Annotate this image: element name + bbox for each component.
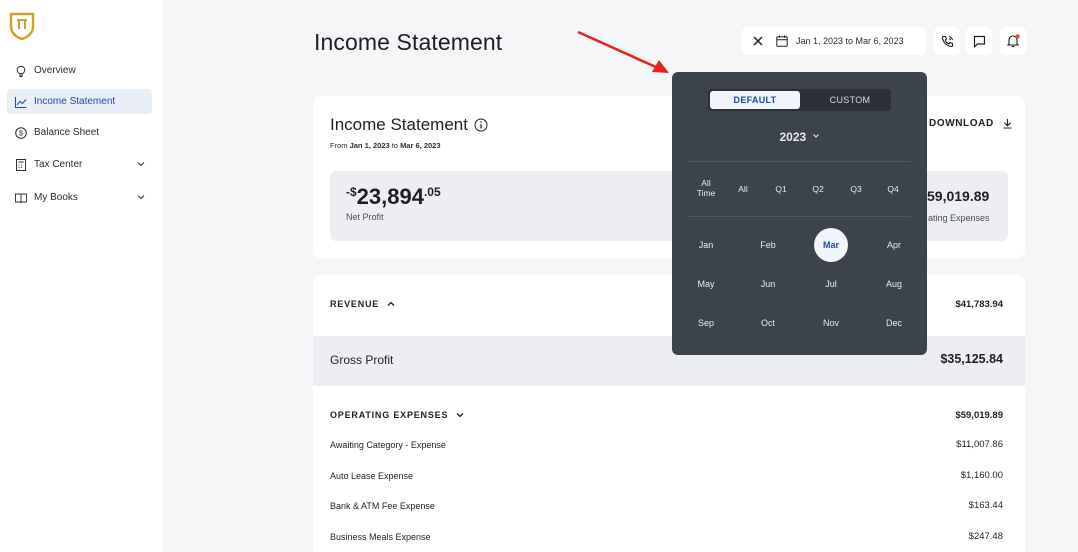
month-option-sep[interactable]: Sep [688, 318, 724, 328]
book-icon [15, 193, 27, 203]
month-option-dec[interactable]: Dec [876, 318, 912, 328]
gross-profit-label: Gross Profit [330, 353, 394, 367]
month-option-oct[interactable]: Oct [750, 318, 786, 328]
chat-button[interactable] [966, 27, 992, 55]
table-row-label: Business Meals Expense [330, 532, 431, 542]
sidebar-item-label: Overview [34, 65, 76, 76]
logo-icon[interactable] [9, 12, 35, 40]
summary-title-text: Income Statement [330, 115, 468, 134]
month-option-aug[interactable]: Aug [876, 279, 912, 289]
sidebar-item-balance-sheet[interactable]: $ Balance Sheet [7, 120, 152, 145]
month-option-jan[interactable]: Jan [688, 240, 724, 250]
year-selector[interactable]: 2023 [672, 130, 927, 144]
from-prefix: From [330, 141, 350, 150]
table-row-label: Auto Lease Expense [330, 471, 414, 481]
from-date: Jan 1, 2023 [349, 141, 390, 150]
download-icon [1003, 119, 1012, 129]
sidebar-item-label: Income Statement [34, 96, 116, 107]
month-option-mar[interactable]: Mar [814, 228, 848, 262]
quarter-option-q2[interactable]: Q2 [799, 184, 837, 194]
mode-toggle: DEFAULT CUSTOM [708, 89, 891, 111]
quarter-option-q4[interactable]: Q4 [874, 184, 912, 194]
quarter-option-all-time[interactable]: All Time [687, 178, 725, 198]
table-row-label: Bank & ATM Fee Expense [330, 501, 435, 511]
date-range-filter[interactable]: Jan 1, 2023 to Mar 6, 2023 [742, 27, 926, 55]
month-option-feb[interactable]: Feb [750, 240, 786, 250]
quarter-option-all[interactable]: All [724, 184, 762, 194]
page-title: Income Statement [314, 29, 503, 55]
sidebar-item-label: Balance Sheet [34, 127, 100, 138]
operating-expenses-toggle[interactable]: OPERATING EXPENSES [330, 410, 465, 420]
sidebar: Overview Income Statement $ Balance Shee… [0, 0, 163, 552]
operating-expenses-section-label: OPERATING EXPENSES [330, 410, 449, 420]
download-button[interactable]: DOWNLOAD [929, 118, 1013, 129]
net-profit-sign: -$ [346, 185, 357, 199]
notifications-button[interactable] [1000, 27, 1026, 55]
table-row-value: $247.48 [968, 531, 1003, 542]
sidebar-item-overview[interactable]: Overview [7, 58, 152, 83]
table-row-value: $1,160.00 [960, 470, 1003, 481]
table-row-label: Awaiting Category - Expense [330, 440, 446, 450]
divider [688, 216, 911, 217]
line-chart-icon [15, 96, 27, 108]
divider [688, 161, 911, 162]
net-profit-value: -$23,894.05 [346, 184, 441, 210]
sidebar-item-label: Tax Center [34, 159, 83, 170]
net-profit-whole: 23,894 [356, 184, 424, 209]
close-icon[interactable] [753, 36, 763, 46]
sidebar-item-my-books[interactable]: My Books [7, 185, 152, 210]
month-option-jul[interactable]: Jul [813, 279, 849, 289]
sidebar-item-tax-center[interactable]: Tax Center [7, 152, 152, 177]
revenue-section-toggle[interactable]: REVENUE [330, 299, 396, 309]
quarter-option-q1[interactable]: Q1 [762, 184, 800, 194]
chat-icon [973, 35, 985, 48]
dollar-circle-icon: $ [15, 126, 27, 139]
sidebar-item-label: My Books [34, 192, 78, 203]
chevron-up-icon [387, 301, 395, 306]
phone-icon [941, 35, 953, 47]
chevron-down-icon [456, 413, 464, 418]
year-label: 2023 [779, 130, 807, 144]
download-label: DOWNLOAD [929, 118, 994, 129]
to-date: Mar 6, 2023 [400, 141, 441, 150]
calendar-icon [776, 35, 788, 47]
date-range-text: Jan 1, 2023 to Mar 6, 2023 [796, 36, 904, 46]
default-tab[interactable]: DEFAULT [710, 91, 800, 109]
chevron-down-icon[interactable] [136, 159, 146, 169]
quarter-option-q3[interactable]: Q3 [837, 184, 875, 194]
lightbulb-icon [16, 65, 26, 77]
annotation-arrow-icon [577, 30, 669, 73]
net-profit-label: Net Profit [346, 212, 384, 222]
svg-text:$: $ [19, 130, 23, 137]
operating-expenses-value: 59,019.89 [927, 188, 990, 204]
sidebar-item-income-statement[interactable]: Income Statement [7, 89, 152, 114]
revenue-label: REVENUE [330, 299, 380, 309]
table-row-value: $11,007.86 [956, 439, 1003, 450]
to-word: to [389, 141, 401, 150]
revenue-value: $41,783.94 [955, 299, 1003, 310]
summary-title: Income Statement [330, 115, 488, 135]
bell-icon [1006, 34, 1020, 48]
info-icon[interactable] [474, 118, 488, 132]
net-profit-cents: .05 [423, 185, 441, 199]
chevron-down-icon [812, 134, 819, 138]
month-option-may[interactable]: May [688, 279, 724, 289]
gross-profit-value: $35,125.84 [940, 352, 1003, 366]
month-option-nov[interactable]: Nov [813, 318, 849, 328]
chevron-down-icon[interactable] [136, 192, 146, 202]
calculator-icon [16, 158, 26, 171]
date-picker-popover: DEFAULT CUSTOM 2023 All Time All Q1 Q2 Q3… [672, 72, 927, 355]
custom-tab[interactable]: CUSTOM [812, 91, 888, 109]
table-row-value: $163.44 [968, 500, 1003, 511]
month-option-apr[interactable]: Apr [876, 240, 912, 250]
operating-expenses-total: $59,019.89 [955, 410, 1003, 421]
month-option-jun[interactable]: Jun [750, 279, 786, 289]
phone-button[interactable] [934, 27, 960, 55]
summary-date-range: From Jan 1, 2023 to Mar 6, 2023 [330, 141, 441, 150]
operating-expenses-label: ating Expenses [928, 213, 990, 223]
